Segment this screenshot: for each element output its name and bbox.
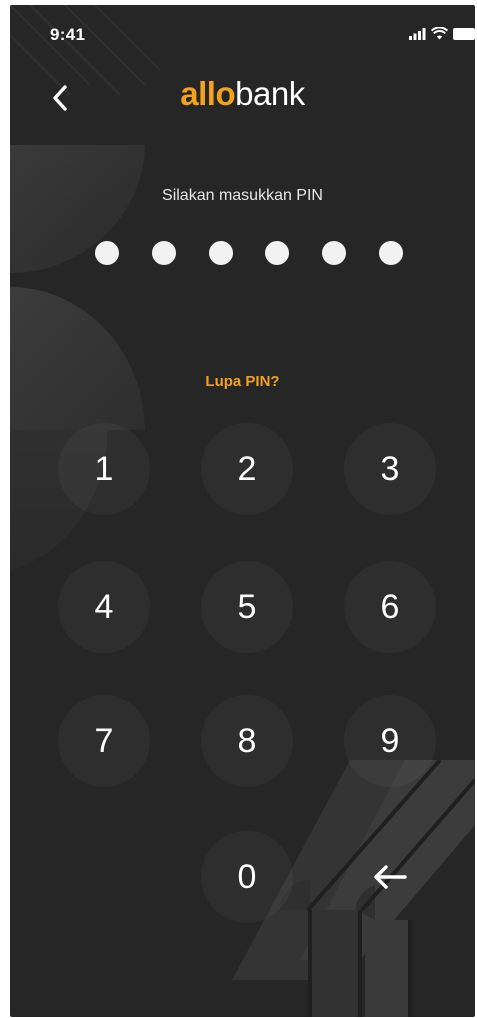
key-9[interactable]: 9 <box>344 695 436 787</box>
pin-prompt: Silakan masukkan PIN <box>162 187 323 204</box>
status-icons <box>409 27 475 40</box>
key-8[interactable]: 8 <box>201 695 293 787</box>
pin-dot <box>322 241 347 265</box>
forgot-pin-link[interactable]: Lupa PIN? <box>10 373 475 390</box>
logo-allo: allo <box>180 75 236 112</box>
pin-dot <box>151 241 176 265</box>
logo-bank: bank <box>235 75 305 112</box>
key-3[interactable]: 3 <box>344 423 436 515</box>
pin-screen: 9:41 allobank Silakan masukkan PIN Lupa … <box>10 5 475 1017</box>
key-7[interactable]: 7 <box>58 695 150 787</box>
pin-dot <box>208 241 233 265</box>
key-5[interactable]: 5 <box>201 561 293 653</box>
key-0[interactable]: 0 <box>201 831 293 923</box>
pin-dots <box>95 241 403 265</box>
pin-dot <box>95 241 119 265</box>
signal-icon <box>409 27 426 40</box>
key-4[interactable]: 4 <box>58 561 150 653</box>
status-time: 9:41 <box>50 25 86 44</box>
deco-half-disc <box>10 287 145 430</box>
pin-dot <box>378 241 403 265</box>
key-6[interactable]: 6 <box>344 561 436 653</box>
battery-icon <box>453 27 475 40</box>
app-logo: allobank <box>10 75 475 113</box>
arrow-left-icon <box>374 865 407 889</box>
pin-dot <box>265 241 290 265</box>
wifi-icon <box>431 27 448 40</box>
key-2[interactable]: 2 <box>201 423 293 515</box>
key-1[interactable]: 1 <box>58 423 150 515</box>
backspace-button[interactable] <box>344 831 436 923</box>
status-bar: 9:41 <box>10 5 475 55</box>
